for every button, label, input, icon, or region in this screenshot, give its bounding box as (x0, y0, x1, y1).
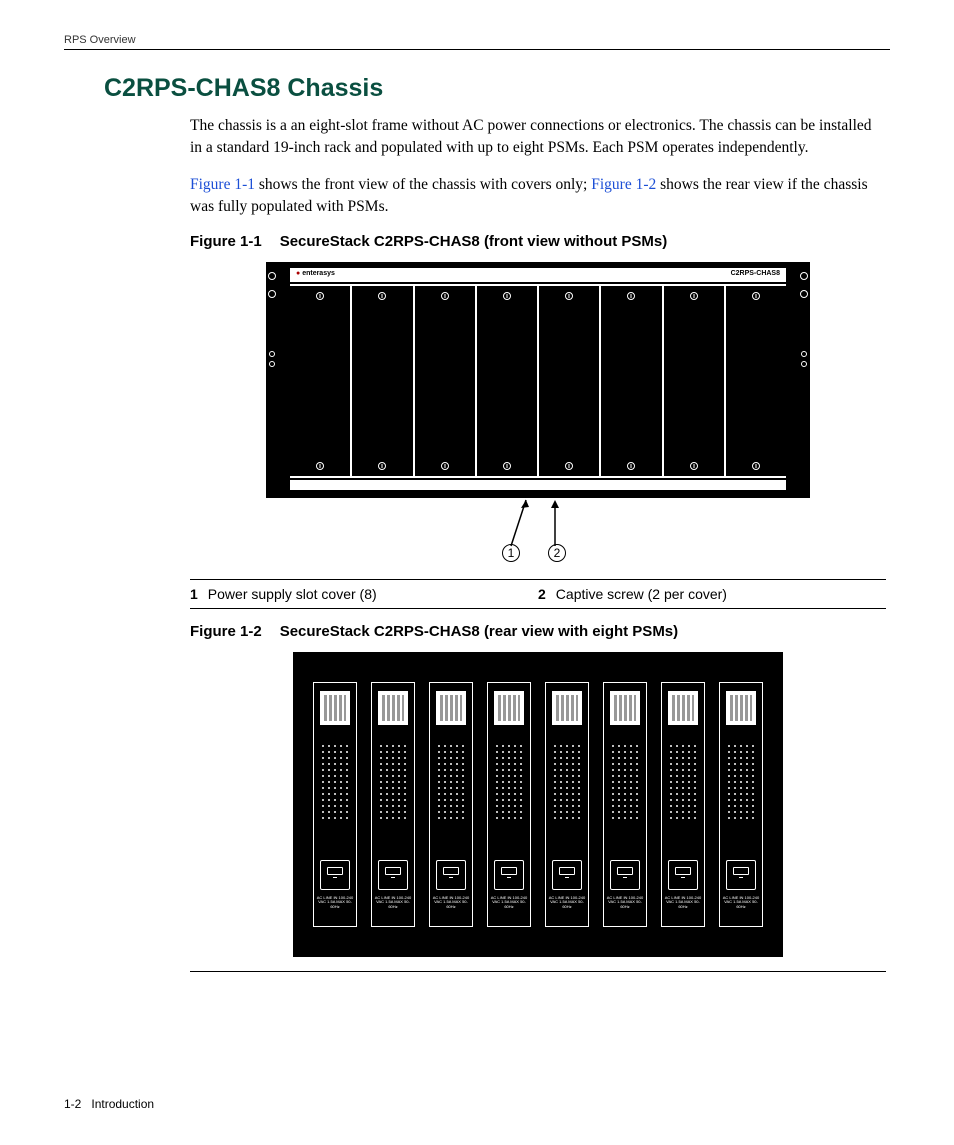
psm-spec-label: AC LINE IN 100-240 VAC 1.5A MAX 50-60Hz (372, 896, 414, 922)
psm-rear: AC LINE IN 100-240 VAC 1.5A MAX 50-60Hz (603, 682, 647, 927)
psm-rear: AC LINE IN 100-240 VAC 1.5A MAX 50-60Hz (661, 682, 705, 927)
captive-screw-icon (565, 462, 573, 470)
brand-logo: ● (296, 270, 300, 277)
psm-vent-icon (494, 743, 524, 823)
figure-1-1-caption: Figure 1-1 SecureStack C2RPS-CHAS8 (front… (190, 233, 886, 250)
iec-inlet-icon (320, 860, 350, 890)
callout-1: 1 (502, 544, 520, 562)
psm-rear: AC LINE IN 100-240 VAC 1.5A MAX 50-60Hz (371, 682, 415, 927)
iec-inlet-icon (378, 860, 408, 890)
psm-connector-icon (378, 691, 408, 725)
captive-screw-icon (752, 292, 760, 300)
captive-screw-icon (690, 462, 698, 470)
psm-spec-label: AC LINE IN 100-240 VAC 1.5A MAX 50-60Hz (720, 896, 762, 922)
psm-connector-icon (552, 691, 582, 725)
psm-spec-label: AC LINE IN 100-240 VAC 1.5A MAX 50-60Hz (546, 896, 588, 922)
captive-screw-icon (627, 462, 635, 470)
figure-1-1-title: SecureStack C2RPS-CHAS8 (front view with… (280, 233, 668, 250)
page-footer: 1-2 Introduction (64, 1097, 154, 1111)
captive-screw-icon (378, 292, 386, 300)
figure-1-1-number: Figure 1-1 (190, 233, 262, 250)
model-label: C2RPS-CHAS8 (731, 270, 780, 277)
psm-connector-icon (668, 691, 698, 725)
figure-1-1-callouts: 1 2 (278, 498, 798, 568)
psm-vent-icon (552, 743, 582, 823)
psm-rear: AC LINE IN 100-240 VAC 1.5A MAX 50-60Hz (313, 682, 357, 927)
psm-spec-label: AC LINE IN 100-240 VAC 1.5A MAX 50-60Hz (604, 896, 646, 922)
chassis-label-strip: ● enterasys C2RPS-CHAS8 (290, 268, 786, 282)
slot-cover (664, 286, 724, 476)
captive-screw-icon (565, 292, 573, 300)
psm-connector-icon (436, 691, 466, 725)
psm-vent-icon (668, 743, 698, 823)
iec-inlet-icon (610, 860, 640, 890)
psm-rear: AC LINE IN 100-240 VAC 1.5A MAX 50-60Hz (429, 682, 473, 927)
captive-screw-icon (503, 462, 511, 470)
captive-screw-icon (441, 292, 449, 300)
chassis-bottom-strip (290, 480, 786, 490)
slot-cover (726, 286, 786, 476)
captive-screw-icon (627, 292, 635, 300)
captive-screw-icon (441, 462, 449, 470)
rack-ear-right (798, 262, 810, 498)
psm-spec-label: AC LINE IN 100-240 VAC 1.5A MAX 50-60Hz (488, 896, 530, 922)
psm-spec-label: AC LINE IN 100-240 VAC 1.5A MAX 50-60Hz (314, 896, 356, 922)
legend-2-text: Captive screw (2 per cover) (556, 586, 727, 602)
captive-screw-icon (752, 462, 760, 470)
chapter-name: Introduction (91, 1097, 154, 1111)
captive-screw-icon (503, 292, 511, 300)
psm-connector-icon (610, 691, 640, 725)
legend-1-text: Power supply slot cover (8) (208, 586, 377, 602)
callout-2: 2 (548, 544, 566, 562)
slot-cover (352, 286, 412, 476)
psm-connector-icon (494, 691, 524, 725)
slot-row (290, 284, 786, 478)
rack-ear-left (266, 262, 278, 498)
xref-figure-1-1[interactable]: Figure 1-1 (190, 176, 255, 193)
captive-screw-icon (316, 462, 324, 470)
psm-vent-icon (610, 743, 640, 823)
slot-cover (539, 286, 599, 476)
figure-1-2-chassis-rear: AC LINE IN 100-240 VAC 1.5A MAX 50-60Hz … (293, 652, 783, 957)
legend-2-num: 2 (538, 586, 546, 602)
iec-inlet-icon (726, 860, 756, 890)
psm-vent-icon (320, 743, 350, 823)
captive-screw-icon (378, 462, 386, 470)
psm-vent-icon (436, 743, 466, 823)
brand-name: enterasys (302, 270, 335, 277)
iec-inlet-icon (668, 860, 698, 890)
para2-text-a: shows the front view of the chassis with… (255, 176, 591, 193)
slot-cover (290, 286, 350, 476)
psm-rear: AC LINE IN 100-240 VAC 1.5A MAX 50-60Hz (545, 682, 589, 927)
captive-screw-icon (316, 292, 324, 300)
running-header: RPS Overview (64, 34, 890, 50)
psm-vent-icon (378, 743, 408, 823)
psm-connector-icon (726, 691, 756, 725)
psm-spec-label: AC LINE IN 100-240 VAC 1.5A MAX 50-60Hz (662, 896, 704, 922)
psm-vent-icon (726, 743, 756, 823)
figure-1-2-caption: Figure 1-2 SecureStack C2RPS-CHAS8 (rear … (190, 623, 886, 640)
slot-cover (477, 286, 537, 476)
figure-1-2-title: SecureStack C2RPS-CHAS8 (rear view with … (280, 623, 678, 640)
psm-rear: AC LINE IN 100-240 VAC 1.5A MAX 50-60Hz (487, 682, 531, 927)
iec-inlet-icon (494, 860, 524, 890)
section-heading: C2RPS-CHAS8 Chassis (104, 74, 890, 103)
paragraph-2: Figure 1-1 shows the front view of the c… (190, 174, 886, 219)
horizontal-rule (190, 971, 886, 972)
legend-1-num: 1 (190, 586, 198, 602)
figure-1-1-chassis-front: ● enterasys C2RPS-CHAS8 (278, 262, 798, 498)
iec-inlet-icon (552, 860, 582, 890)
slot-cover (415, 286, 475, 476)
figure-1-1-legend: 1 Power supply slot cover (8) 2 Captive sc… (190, 579, 886, 609)
psm-rear: AC LINE IN 100-240 VAC 1.5A MAX 50-60Hz (719, 682, 763, 927)
psm-spec-label: AC LINE IN 100-240 VAC 1.5A MAX 50-60Hz (430, 896, 472, 922)
xref-figure-1-2[interactable]: Figure 1-2 (591, 176, 656, 193)
page-number: 1-2 (64, 1097, 81, 1111)
iec-inlet-icon (436, 860, 466, 890)
figure-1-2-number: Figure 1-2 (190, 623, 262, 640)
slot-cover (601, 286, 661, 476)
paragraph-1: The chassis is a an eight-slot frame wit… (190, 115, 886, 160)
psm-connector-icon (320, 691, 350, 725)
captive-screw-icon (690, 292, 698, 300)
